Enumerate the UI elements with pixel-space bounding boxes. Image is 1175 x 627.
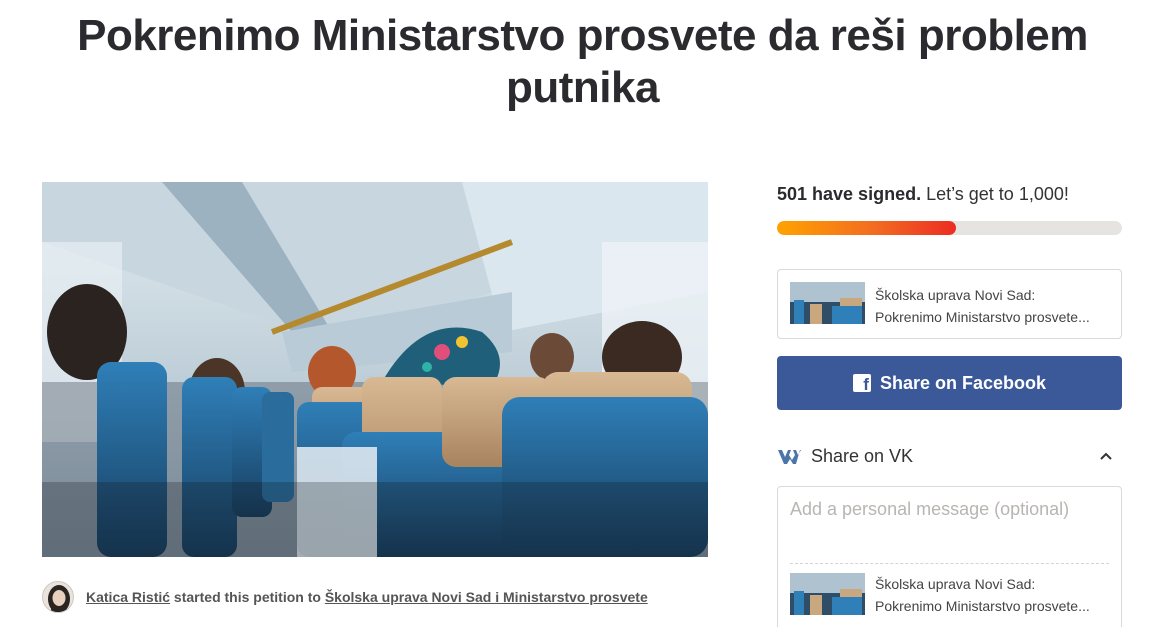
starter-middle-text: started this petition to bbox=[170, 589, 325, 605]
message-preview-line1: Školska uprava Novi Sad: bbox=[875, 576, 1036, 592]
message-preview-thumbnail bbox=[790, 573, 865, 615]
chevron-up-icon[interactable] bbox=[1098, 448, 1114, 464]
user-avatar-icon bbox=[43, 582, 73, 612]
preview-thumbnail-image bbox=[790, 282, 865, 324]
petition-starter: Katica Ristić started this petition to Š… bbox=[42, 580, 648, 614]
preview-thumbnail bbox=[790, 282, 865, 324]
message-preview-line2: Pokrenimo Ministarstvo prosvete... bbox=[875, 598, 1090, 614]
facebook-icon: f bbox=[852, 374, 871, 394]
signature-goal-text: Let’s get to 1,000! bbox=[921, 184, 1069, 204]
signature-progress-bar bbox=[777, 221, 1122, 235]
personal-message-box: Školska uprava Novi Sad: Pokrenimo Minis… bbox=[777, 486, 1122, 627]
share-vk-label: Share on VK bbox=[811, 445, 914, 466]
petition-hero-image bbox=[42, 182, 708, 557]
petition-target-link[interactable]: Školska uprava Novi Sad i Ministarstvo p… bbox=[325, 589, 648, 605]
share-facebook-button[interactable]: f Share on Facebook bbox=[777, 356, 1122, 410]
petition-title: Pokrenimo Ministarstvo prosvete da reši … bbox=[77, 11, 1088, 112]
signature-progress-fill bbox=[777, 221, 957, 235]
signature-count: 501 have signed. Let’s get to 1,000! bbox=[777, 184, 1069, 205]
share-facebook-label: Share on Facebook bbox=[879, 372, 1047, 393]
share-vk-toggle[interactable]: Share on VK bbox=[777, 436, 1122, 476]
avatar[interactable] bbox=[42, 581, 74, 613]
personal-message-input[interactable] bbox=[790, 499, 1110, 559]
message-divider bbox=[790, 563, 1109, 564]
preview-card-line1: Školska uprava Novi Sad: bbox=[875, 287, 1036, 303]
signed-count-text: 501 have signed. bbox=[777, 184, 922, 204]
vk-icon bbox=[778, 450, 801, 464]
preview-card-text: Školska uprava Novi Sad: Pokrenimo Minis… bbox=[875, 284, 1110, 328]
starter-text: Katica Ristić started this petition to Š… bbox=[86, 589, 648, 605]
bus-interior-photo bbox=[42, 182, 708, 557]
message-preview-thumbnail-image bbox=[790, 573, 865, 615]
starter-name-link[interactable]: Katica Ristić bbox=[86, 589, 170, 605]
message-preview-text: Školska uprava Novi Sad: Pokrenimo Minis… bbox=[875, 573, 1110, 617]
petition-preview-card: Školska uprava Novi Sad: Pokrenimo Minis… bbox=[777, 269, 1122, 339]
preview-card-line2: Pokrenimo Ministarstvo prosvete... bbox=[875, 309, 1090, 325]
